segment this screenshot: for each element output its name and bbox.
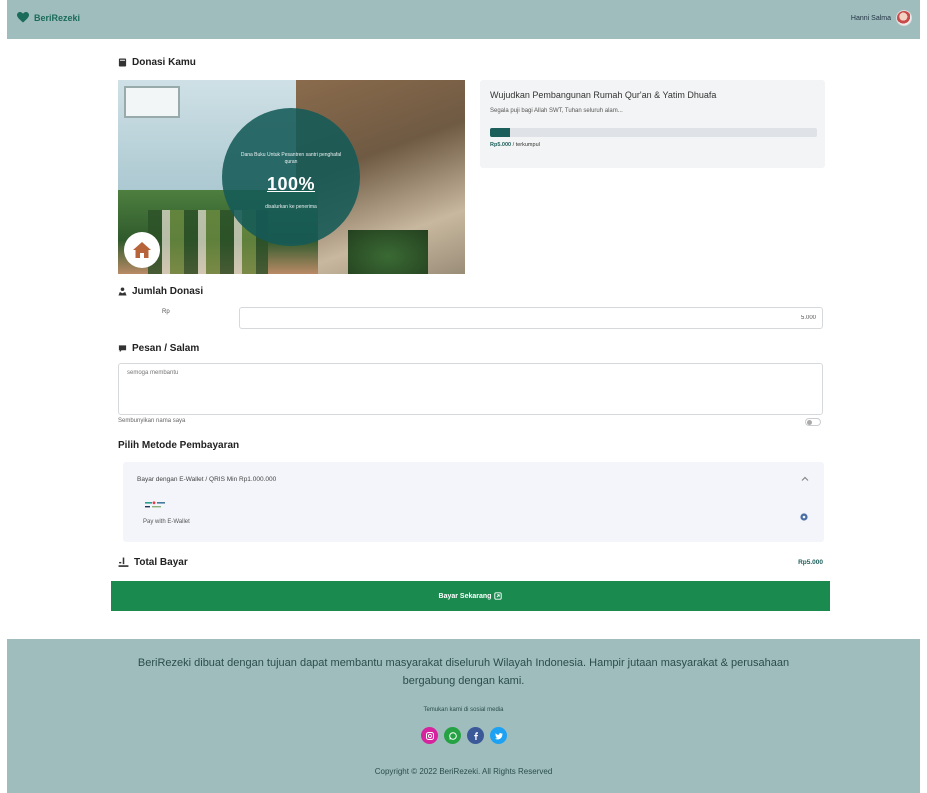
facebook-icon[interactable] xyxy=(467,727,484,744)
whatsapp-icon[interactable] xyxy=(444,727,461,744)
raised-amount: Rp5.000 xyxy=(490,142,512,148)
pay-now-label: Bayar Sekarang xyxy=(438,592,492,600)
donation-section-title: Donasi Kamu xyxy=(118,57,196,68)
hand-coin-icon xyxy=(118,557,129,567)
navbar: BeriRezeki Hanni Salma xyxy=(7,0,920,39)
amount-prefix: Rp xyxy=(162,309,170,315)
total-value: Rp5.000 xyxy=(798,559,823,566)
user-name: Hanni Salma xyxy=(850,14,891,22)
footer: BeriRezeki dibuat dengan tujuan dapat me… xyxy=(7,639,920,793)
ewallet-logos-icon xyxy=(145,501,165,508)
user-menu[interactable]: Hanni Salma xyxy=(851,10,912,26)
donation-section-label: Donasi Kamu xyxy=(132,57,196,68)
chevron-up-icon[interactable] xyxy=(800,474,810,484)
amount-section-title: Jumlah Donasi xyxy=(118,286,203,297)
amount-section-label: Jumlah Donasi xyxy=(132,286,204,297)
brand-name: BeriRezeki xyxy=(34,12,81,23)
campaign-raised: Rp5.000 / terkumpul xyxy=(490,142,540,148)
message-section-label: Pesan / Salam xyxy=(132,343,200,354)
amount-input[interactable] xyxy=(239,307,823,329)
anonymous-toggle[interactable] xyxy=(805,418,821,426)
raised-note: / terkumpul xyxy=(512,142,540,148)
campaign-description: Segala puji bagi Allah SWT, Tuhan seluru… xyxy=(490,108,623,114)
overlay-text-bottom: disalurkan ke penerima xyxy=(265,204,317,210)
payment-method-card[interactable]: Bayar dengan E-Wallet / QRIS Min Rp1.000… xyxy=(123,462,824,542)
heart-icon xyxy=(17,12,29,23)
campaign-image: Dana Buku Untuk Pesantren santri penghaf… xyxy=(118,80,465,274)
campaign-title: Wujudkan Pembangunan Rumah Qur'an & Yati… xyxy=(490,90,717,100)
footer-copyright: Copyright © 2022 BeriRezeki. All Rights … xyxy=(374,767,553,776)
total-section-title: Total Bayar xyxy=(118,557,188,568)
campaign-overlay: Dana Buku Untuk Pesantren santri penghaf… xyxy=(222,108,360,246)
footer-description: BeriRezeki dibuat dengan tujuan dapat me… xyxy=(137,657,790,687)
message-textarea[interactable] xyxy=(118,363,823,415)
overlay-text-top: Dana Buku Untuk Pesantren santri penghaf… xyxy=(240,152,342,165)
instagram-icon[interactable] xyxy=(421,727,438,744)
chat-icon xyxy=(118,345,127,353)
total-label: Total Bayar xyxy=(134,557,188,568)
overlay-percent: 100% xyxy=(266,174,316,194)
payment-section-title: Pilih Metode Pembayaran xyxy=(118,440,240,451)
campaign-card[interactable]: Wujudkan Pembangunan Rumah Qur'an & Yati… xyxy=(480,80,825,168)
avatar xyxy=(896,10,912,26)
hands-icon xyxy=(118,287,127,296)
twitter-icon[interactable] xyxy=(490,727,507,744)
book-icon xyxy=(118,58,127,67)
arrow-icon xyxy=(494,592,503,600)
campaign-progress-fill xyxy=(490,128,510,137)
payment-method-header[interactable]: Bayar dengan E-Wallet / QRIS Min Rp1.000… xyxy=(137,476,276,483)
social-links xyxy=(421,727,507,744)
message-section-title: Pesan / Salam xyxy=(118,343,199,354)
home-badge xyxy=(124,232,160,268)
payment-method-sub: Pay with E-Wallet xyxy=(143,519,190,525)
home-icon xyxy=(133,242,151,258)
footer-follow-text: Temukan kami di sosial media xyxy=(423,707,504,713)
pay-now-button[interactable]: Bayar Sekarang xyxy=(111,581,830,611)
gear-icon[interactable] xyxy=(799,512,809,522)
page: BeriRezeki Hanni Salma Donasi Kamu Dana … xyxy=(7,0,920,793)
campaign-progress xyxy=(490,128,817,137)
brand-link[interactable]: BeriRezeki xyxy=(17,12,80,23)
anonymous-label: Sembunyikan nama saya xyxy=(118,418,186,424)
